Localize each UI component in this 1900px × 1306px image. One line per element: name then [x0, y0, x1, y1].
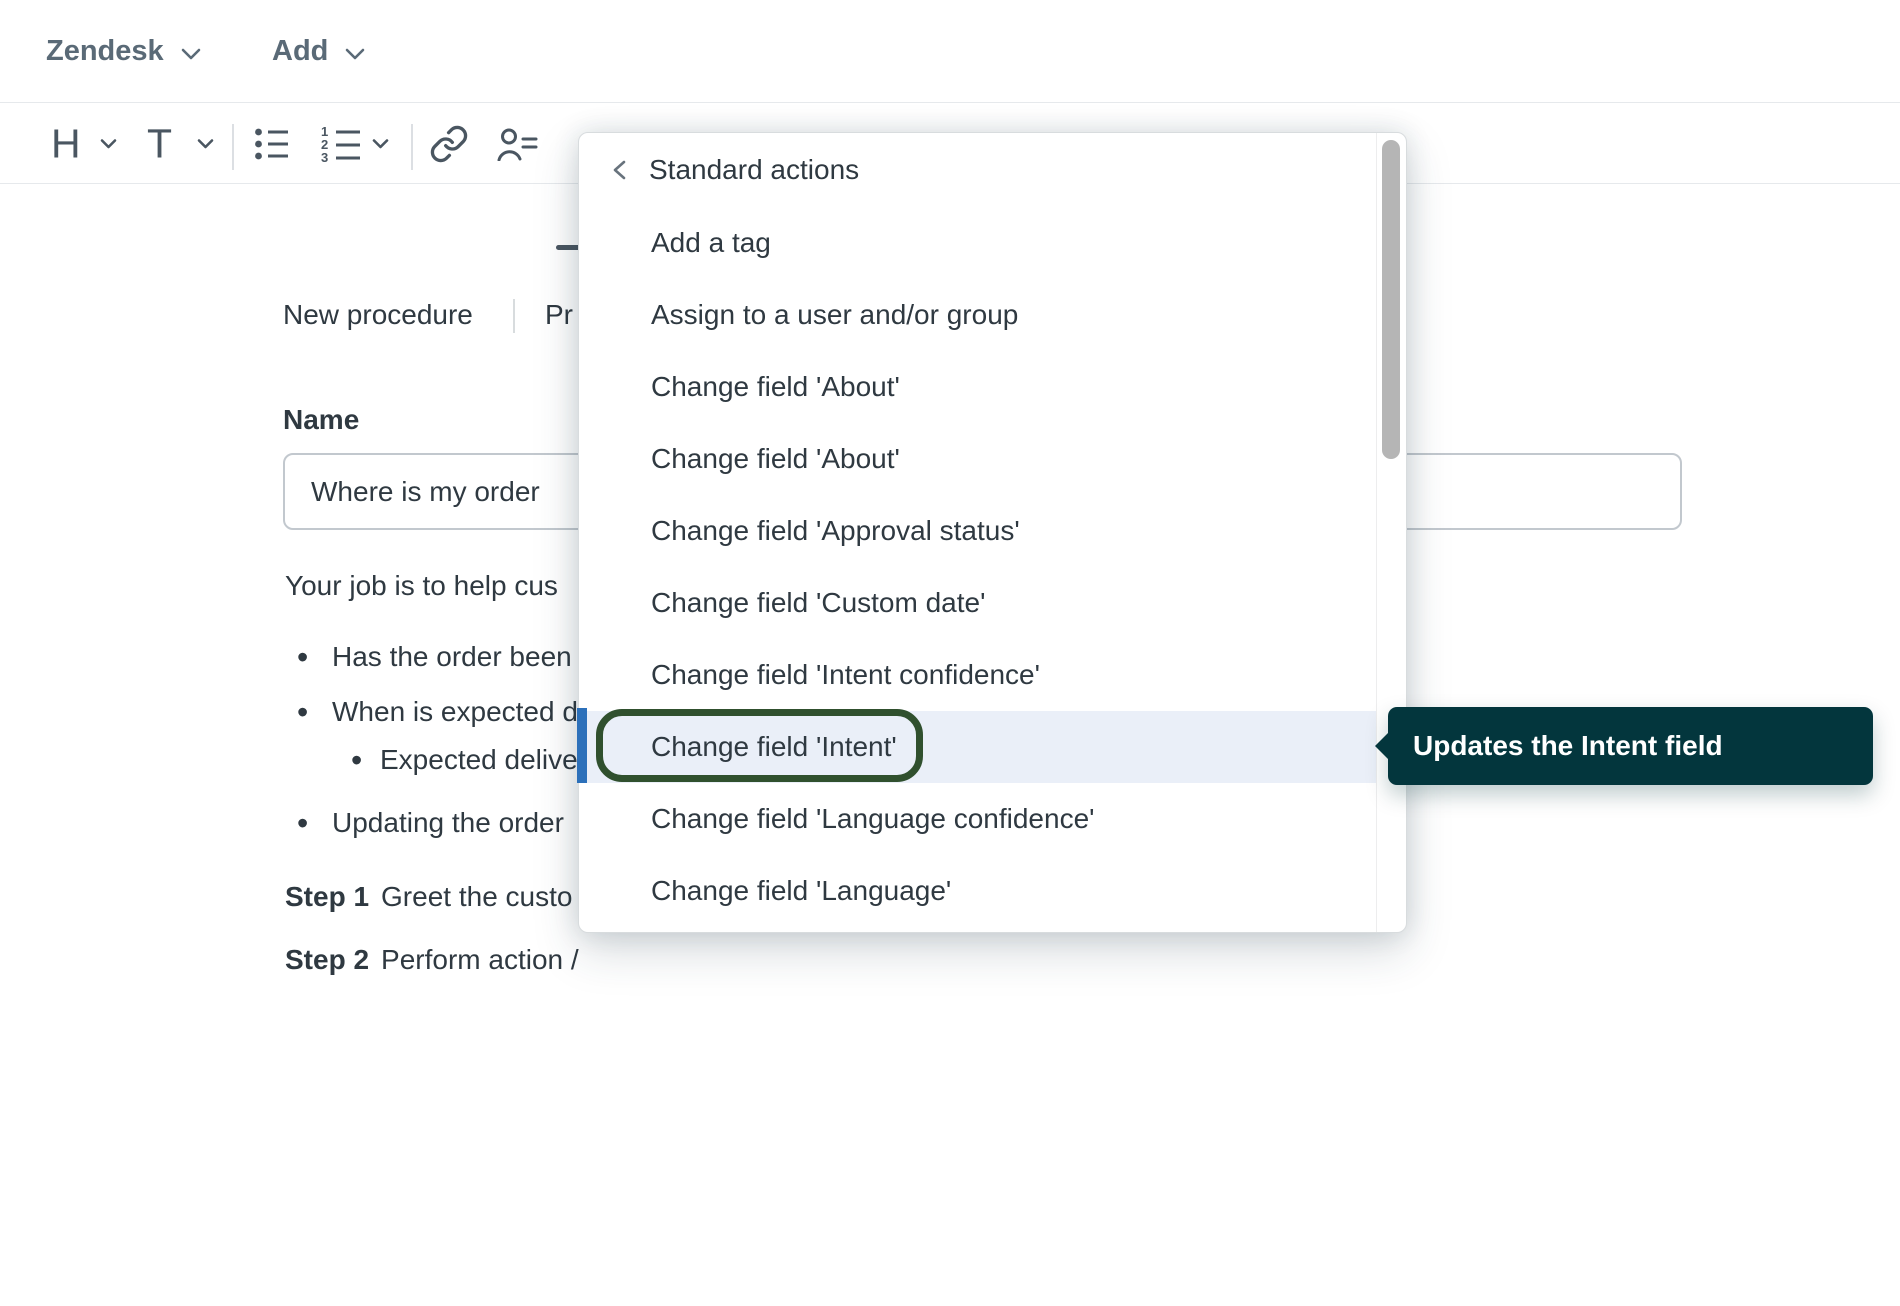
bullet-subitem: • Expected delive: [351, 741, 578, 779]
editor-caret-indicator: [577, 708, 587, 783]
intro-paragraph: Your job is to help cus: [285, 567, 558, 605]
intent-tooltip: Updates the Intent field: [1388, 707, 1873, 785]
heading-format-button[interactable]: H: [51, 123, 81, 164]
menu-item-label: Change field 'Language confidence': [651, 803, 1095, 835]
toolbar-divider: [232, 124, 234, 170]
tooltip-text: Updates the Intent field: [1413, 730, 1723, 762]
menu-item-label: Change field 'Language': [651, 875, 951, 907]
tab-new-procedure[interactable]: New procedure: [283, 296, 473, 334]
text-format-button[interactable]: T: [147, 123, 172, 164]
bullet-text: Expected delive: [380, 744, 578, 776]
menu-header: Standard actions: [579, 133, 1376, 207]
menu-item-change-field-custom-date[interactable]: Change field 'Custom date': [579, 567, 1376, 639]
menu-item-label: Change field 'Custom date': [651, 587, 985, 619]
name-label: Name: [283, 401, 359, 439]
add-menu-label: Add: [272, 35, 328, 68]
bullet-item: • Updating the order: [297, 804, 564, 842]
menu-item-assign-user-group[interactable]: Assign to a user and/or group: [579, 279, 1376, 351]
bullet-item: • Has the order been: [297, 638, 572, 676]
menu-item-label: Add a tag: [651, 227, 771, 259]
menu-item-label: Change field 'Approval status': [651, 515, 1020, 547]
menu-item-change-field-language[interactable]: Change field 'Language': [579, 855, 1376, 927]
menu-item-change-field-intent-confidence[interactable]: Change field 'Intent confidence': [579, 639, 1376, 711]
link-icon[interactable]: [429, 124, 469, 164]
bullet-glyph: •: [297, 694, 332, 731]
zendesk-menu-button[interactable]: Zendesk: [46, 0, 201, 103]
step-1-line: Step 1 Greet the custo: [285, 878, 572, 916]
menu-header-label: Standard actions: [649, 154, 859, 186]
menu-item-label: Change field 'Intent confidence': [651, 659, 1040, 691]
bullet-text: Has the order been: [332, 641, 572, 673]
text-chevron-icon[interactable]: [197, 138, 214, 149]
back-chevron-icon[interactable]: [611, 159, 627, 181]
tab-divider: [513, 299, 515, 333]
menu-item-label: Change field 'About': [651, 443, 900, 475]
list-chevron-icon[interactable]: [372, 138, 389, 149]
top-bar: Zendesk Add: [0, 0, 1900, 103]
step-text: Perform action /: [381, 944, 579, 976]
toolbar-divider: [411, 124, 413, 170]
tab-truncated[interactable]: Pr: [545, 296, 573, 334]
user-fields-icon[interactable]: [496, 127, 538, 161]
zendesk-menu-label: Zendesk: [46, 35, 164, 68]
menu-scrollbar: [1376, 133, 1406, 932]
step-2-line: Step 2 Perform action /: [285, 941, 579, 979]
menu-item-change-field-intent[interactable]: Change field 'Intent': [579, 711, 1376, 783]
svg-text:3: 3: [321, 150, 328, 163]
scrollbar-thumb[interactable]: [1382, 140, 1400, 459]
heading-chevron-icon[interactable]: [100, 138, 117, 149]
step-label: Step 1: [285, 881, 369, 913]
menu-item-add-a-tag[interactable]: Add a tag: [579, 207, 1376, 279]
chevron-down-icon: [181, 35, 201, 68]
menu-item-change-field-about-1[interactable]: Change field 'About': [579, 351, 1376, 423]
bullet-item: • When is expected d: [297, 693, 578, 731]
add-menu-button[interactable]: Add: [272, 0, 365, 103]
menu-item-change-field-about-2[interactable]: Change field 'About': [579, 423, 1376, 495]
menu-item-change-field-approval-status[interactable]: Change field 'Approval status': [579, 495, 1376, 567]
bullet-text: When is expected d: [332, 696, 578, 728]
menu-item-label: Change field 'About': [651, 371, 900, 403]
bullet-glyph: •: [297, 805, 332, 842]
bullet-glyph: •: [351, 742, 380, 779]
chevron-down-icon: [345, 35, 365, 68]
bullet-text: Updating the order: [332, 807, 564, 839]
bullet-glyph: •: [297, 639, 332, 676]
numbered-list-icon[interactable]: 1 2 3: [320, 125, 362, 163]
menu-item-label: Change field 'Intent': [651, 731, 897, 763]
menu-item-label: Assign to a user and/or group: [651, 299, 1018, 331]
standard-actions-menu: Standard actions Add a tag Assign to a u…: [578, 132, 1407, 933]
step-text: Greet the custo: [381, 881, 572, 913]
menu-item-change-field-language-confidence[interactable]: Change field 'Language confidence': [579, 783, 1376, 855]
step-label: Step 2: [285, 944, 369, 976]
bullet-list-icon[interactable]: [254, 126, 290, 162]
